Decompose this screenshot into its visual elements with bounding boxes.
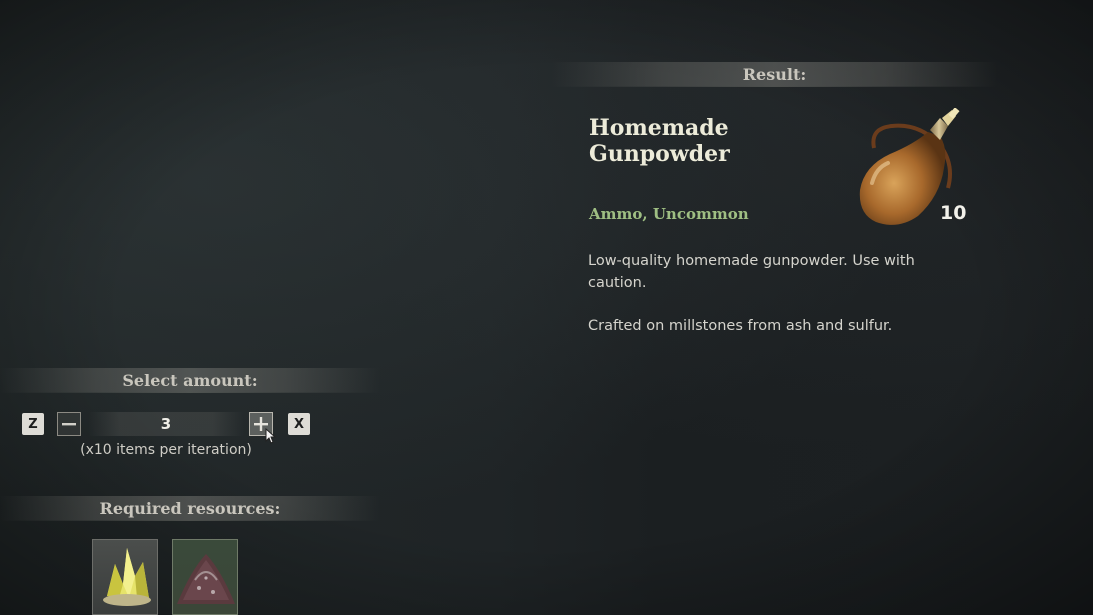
item-name: Homemade Gunpowder	[589, 115, 730, 167]
minus-icon	[62, 423, 76, 426]
resource-slot-ash[interactable]	[172, 539, 238, 615]
resource-slot-sulfur[interactable]	[92, 539, 158, 615]
background-vignette	[0, 0, 1093, 615]
description-paragraph: Crafted on millstones from ash and sulfu…	[588, 318, 893, 334]
ash-pile-icon	[177, 554, 235, 604]
decrease-amount-button[interactable]	[57, 412, 81, 436]
mouse-cursor-icon	[265, 427, 277, 444]
sulfur-crystal-icon	[103, 548, 151, 606]
result-header: Result:	[552, 62, 997, 87]
amount-value[interactable]: 3	[88, 412, 244, 436]
select-amount-header: Select amount:	[0, 368, 380, 393]
item-category: Ammo, Uncommon	[589, 205, 749, 223]
result-header-label: Result:	[742, 64, 807, 84]
increase-key-hint: X	[288, 413, 310, 435]
select-amount-label: Select amount:	[122, 370, 258, 390]
item-description: Low-quality homemade gunpowder. Use with…	[588, 250, 928, 358]
decrease-key-hint: Z	[22, 413, 44, 435]
required-resources-label: Required resources:	[99, 498, 281, 518]
item-quantity: 10	[940, 202, 967, 224]
amount-hint: (x10 items per iteration)	[80, 442, 252, 458]
required-resources-header: Required resources:	[0, 496, 380, 521]
description-paragraph: Low-quality homemade gunpowder. Use with…	[588, 253, 915, 291]
